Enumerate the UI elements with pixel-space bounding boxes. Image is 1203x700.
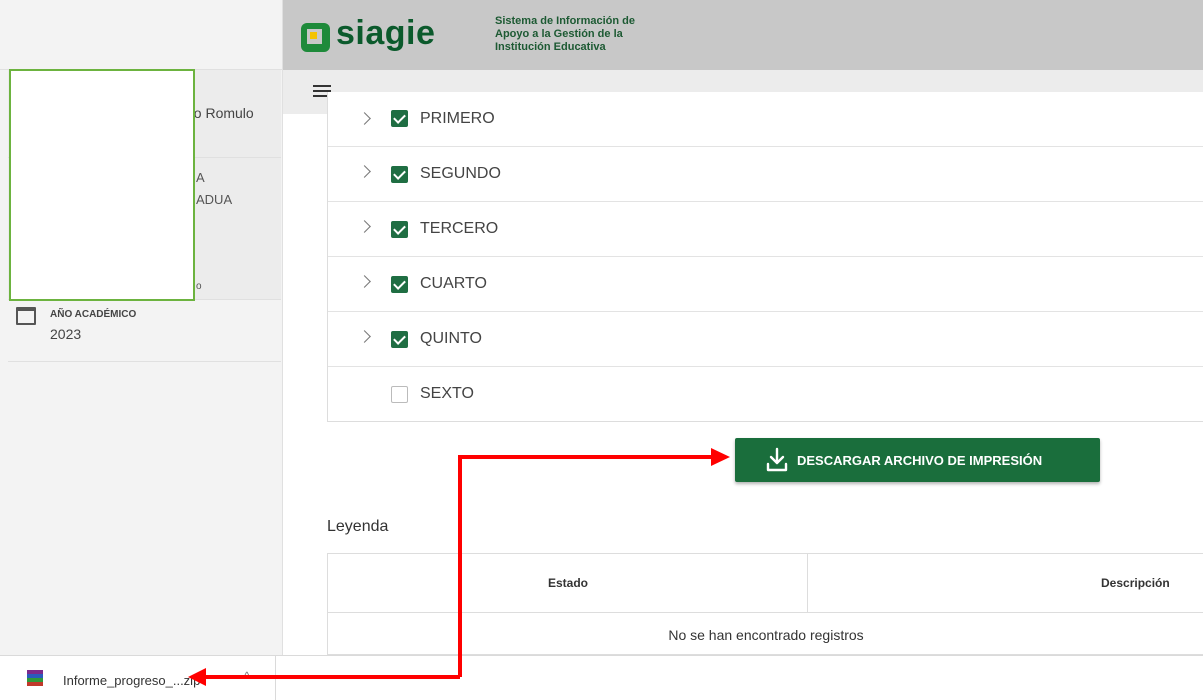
grade-label: QUINTO <box>420 330 482 347</box>
academic-year-label: AÑO ACADÉMICO <box>50 309 137 320</box>
subtitle-line-3: Institución Educativa <box>495 41 606 53</box>
download-print-file-button[interactable]: DESCARGAR ARCHIVO DE IMPRESIÓN <box>735 438 1100 482</box>
grade-checkbox[interactable] <box>391 110 408 127</box>
legend-header-row: Estado Descripción <box>328 554 1203 613</box>
grade-row-tercero[interactable]: TERCERO <box>328 202 1203 257</box>
grade-label: SEXTO <box>420 385 474 402</box>
grade-checkbox[interactable] <box>391 331 408 348</box>
grade-row-quinto[interactable]: QUINTO <box>328 312 1203 367</box>
grade-checkbox[interactable] <box>391 276 408 293</box>
legend-title: Leyenda <box>327 518 389 535</box>
legend-table: Estado Descripción No se han encontrado … <box>327 553 1203 655</box>
institution-text-fragment: A <box>196 170 205 185</box>
grade-checkbox[interactable] <box>391 166 408 183</box>
grade-checkbox[interactable] <box>391 386 408 403</box>
siagie-logo-icon <box>301 23 330 52</box>
grade-row-segundo[interactable]: SEGUNDO <box>328 147 1203 202</box>
institution-detail-fragment: o <box>196 281 202 292</box>
grade-label: SEGUNDO <box>420 165 501 182</box>
academic-year-block: AÑO ACADÉMICO 2023 <box>8 300 281 362</box>
legend-header-estado: Estado <box>328 554 808 613</box>
subtitle-line-1: Sistema de Información de <box>495 15 635 27</box>
download-icon <box>766 447 788 472</box>
legend-header-estado-label: Estado <box>547 576 588 590</box>
grade-label: CUARTO <box>420 275 487 292</box>
chevron-right-icon[interactable] <box>358 220 371 233</box>
academic-year-value: 2023 <box>50 326 82 342</box>
grade-row-sexto[interactable]: SEXTO <box>328 367 1203 421</box>
chevron-right-icon[interactable] <box>358 112 371 125</box>
subtitle-line-2: Apoyo a la Gestión de la <box>495 28 623 40</box>
grade-checkbox[interactable] <box>391 221 408 238</box>
file-options-chevron[interactable]: ^ <box>244 669 250 683</box>
chevron-right-icon[interactable] <box>358 165 371 178</box>
grade-row-cuarto[interactable]: CUARTO <box>328 257 1203 312</box>
sidebar-top <box>0 0 282 70</box>
downloaded-file-item[interactable]: Informe_progreso_...zip ^ <box>0 656 276 700</box>
siagie-page: no Romulo A ADUA o AÑO ACADÉMICO 2023 si… <box>0 0 1203 700</box>
chevron-right-icon[interactable] <box>358 275 371 288</box>
app-subtitle: Sistema de Información de Apoyo a la Ges… <box>495 15 695 54</box>
download-button-label: DESCARGAR ARCHIVO DE IMPRESIÓN <box>797 453 1043 468</box>
grade-list: PRIMERO SEGUNDO TERCERO CUARTO QUINTO SE… <box>327 92 1203 422</box>
empty-table-message: No se han encontrado registros <box>668 627 864 643</box>
grade-label: TERCERO <box>420 220 499 237</box>
grade-label: PRIMERO <box>420 110 495 127</box>
user-name: no Romulo <box>186 105 254 121</box>
legend-header-descripcion: Descripción <box>1101 576 1170 590</box>
browser-download-bar: Informe_progreso_...zip ^ <box>0 655 1203 700</box>
downloaded-file-name: Informe_progreso_...zip <box>63 673 201 688</box>
siagie-logo-text: siagie <box>336 14 436 52</box>
institution-name-fragment: ADUA <box>196 192 233 207</box>
app-header: siagie Sistema de Información de Apoyo a… <box>283 0 1203 70</box>
calendar-icon <box>16 307 36 325</box>
chevron-right-icon[interactable] <box>358 330 371 343</box>
grade-row-primero[interactable]: PRIMERO <box>328 92 1203 147</box>
redaction-box <box>9 69 195 301</box>
zip-archive-icon <box>27 670 43 686</box>
